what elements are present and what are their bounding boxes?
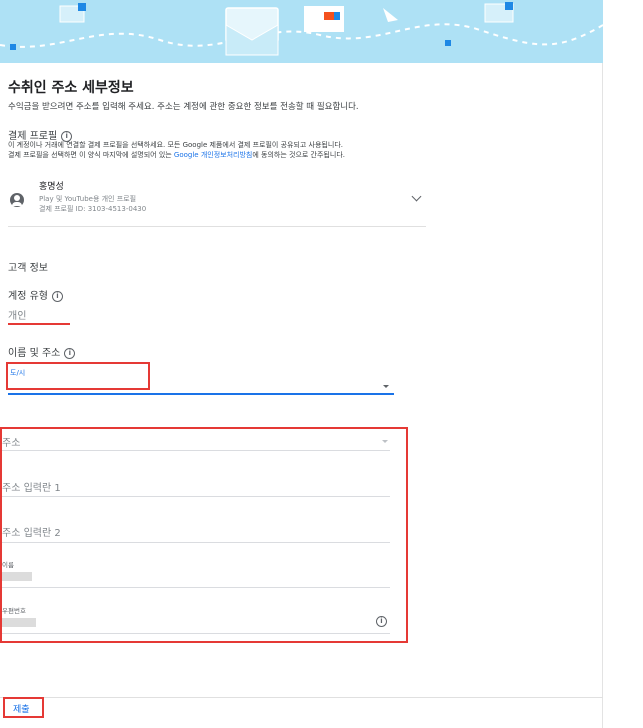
postal-code-underline xyxy=(2,633,390,634)
address-details-panel: 수취인 주소 세부정보 수익금을 받으려면 주소를 입력해 주세요. 주소는 계… xyxy=(0,63,603,405)
chevron-down-icon[interactable] xyxy=(411,191,422,202)
name-underline xyxy=(2,587,390,588)
mail-illustration xyxy=(0,2,603,56)
info-icon[interactable]: i xyxy=(64,347,76,359)
postal-code-label: 우편번호 xyxy=(2,607,26,615)
dropdown-arrow-icon[interactable] xyxy=(383,385,389,388)
highlight-underline xyxy=(8,323,70,325)
profile-type: Play 및 YouTube용 개인 프로필 xyxy=(39,195,137,203)
highlight-box xyxy=(6,362,150,390)
submit-button[interactable]: 제출 xyxy=(13,702,30,715)
info-icon[interactable]: i xyxy=(61,130,73,142)
name-input[interactable] xyxy=(2,572,32,581)
info-icon[interactable]: i xyxy=(51,290,63,302)
address-line-1-underline xyxy=(2,496,390,497)
header-banner xyxy=(0,0,603,63)
note-text: 결제 프로필을 선택하면 이 양식 마지막에 설명되어 있는 xyxy=(8,151,174,159)
page-title: 수취인 주소 세부정보 xyxy=(8,80,134,96)
profile-name: 홍명성 xyxy=(39,182,64,192)
address-form-panel: 주소 주소 입력란 1 주소 입력란 2 이름 우편번호 i 제출 xyxy=(0,405,603,728)
city-select[interactable] xyxy=(8,393,394,395)
postal-code-input[interactable] xyxy=(2,618,36,627)
divider xyxy=(0,697,603,698)
payments-profile-selector[interactable]: 홍명성 Play 및 YouTube용 개인 프로필 결제 프로필 ID: 31… xyxy=(8,175,426,227)
name-field-label: 이름 xyxy=(2,561,14,569)
note-text-suffix: 에 동의하는 것으로 간주됩니다. xyxy=(252,151,345,159)
city-field-label: 도/시 xyxy=(10,369,26,377)
address-line-2-underline xyxy=(2,542,390,543)
page-description: 수익금을 받으려면 주소를 입력해 주세요. 주소는 계정에 관한 중요한 정보… xyxy=(8,102,359,112)
address-select-underline xyxy=(2,450,390,451)
payments-profile-note-1: 이 계정이나 거래에 연결할 결제 프로필을 선택하세요. 모든 Google … xyxy=(8,141,343,149)
profile-id: 결제 프로필 ID: 3103-4513-0430 xyxy=(39,205,147,213)
name-address-heading: 이름 및 주소 i xyxy=(8,344,76,359)
dropdown-arrow-icon[interactable] xyxy=(382,440,388,443)
account-type-value: 개인 xyxy=(8,311,27,322)
name-address-label: 이름 및 주소 xyxy=(8,348,61,359)
payments-profile-note-2: 결제 프로필을 선택하면 이 양식 마지막에 설명되어 있는 Google 개인… xyxy=(8,151,345,160)
account-type-label: 계정 유형 xyxy=(8,291,48,302)
account-type-heading: 계정 유형 i xyxy=(8,287,63,302)
payments-profile-heading: 결제 프로필 i xyxy=(8,127,73,142)
privacy-policy-link[interactable]: Google 개인정보처리방침 xyxy=(174,151,252,159)
address-select[interactable]: 주소 xyxy=(2,434,20,449)
highlight-box xyxy=(0,427,408,643)
info-icon[interactable]: i xyxy=(376,616,387,627)
address-line-2-input[interactable]: 주소 입력란 2 xyxy=(2,524,61,539)
customer-info-heading: 고객 정보 xyxy=(8,263,48,274)
address-line-1-input[interactable]: 주소 입력란 1 xyxy=(2,479,61,494)
account-circle-icon xyxy=(10,193,24,207)
